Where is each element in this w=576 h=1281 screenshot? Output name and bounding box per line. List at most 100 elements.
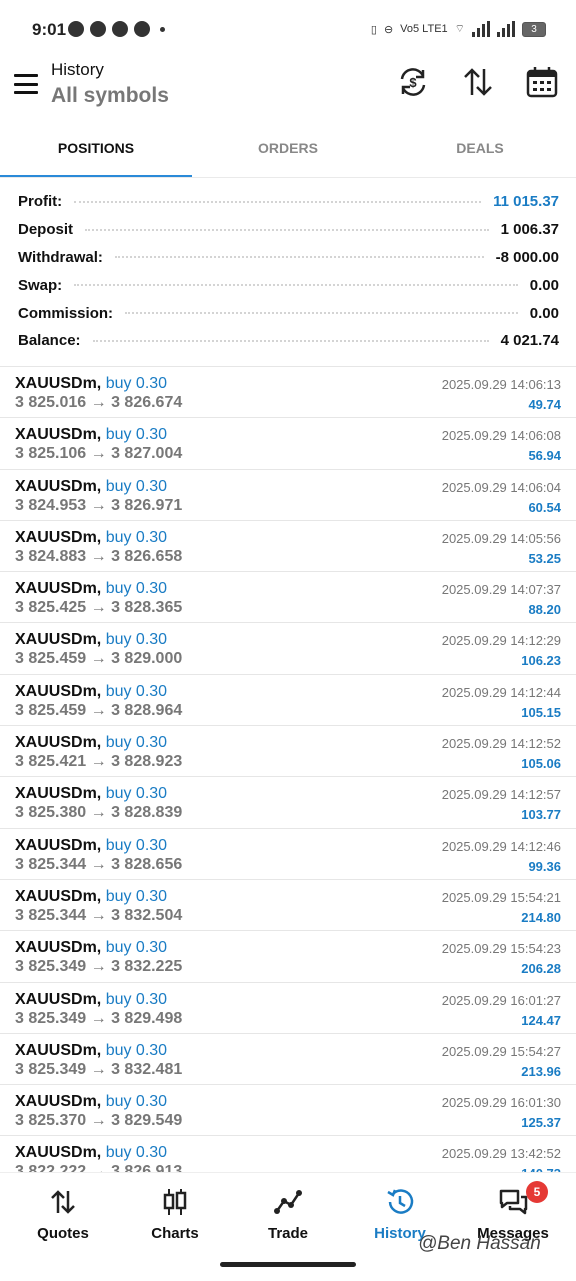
summary-label: Balance: — [18, 332, 81, 350]
position-row[interactable]: XAUUSDm, buy 0.30 3 824.883 → 3 826.658 20… — [0, 521, 576, 573]
summary-label: Deposit — [18, 221, 74, 239]
position-time: 2025.09.29 14:05:56 — [441, 530, 561, 546]
position-prices: 3 825.344 → 3 828.656 — [15, 855, 183, 873]
nav-charts[interactable]: Charts — [120, 1187, 230, 1242]
position-row[interactable]: XAUUSDm, buy 0.30 3 825.421 → 3 828.923 20… — [0, 726, 576, 778]
tab-deals[interactable]: DEALS — [384, 128, 576, 178]
calendar-icon[interactable] — [525, 65, 559, 99]
messages-icon — [499, 1189, 528, 1215]
signal-1-icon — [472, 21, 490, 37]
notification-icons — [68, 21, 165, 37]
status-time: 9:01 — [32, 20, 67, 39]
nav-label: Quotes — [37, 1225, 89, 1242]
position-row[interactable]: XAUUSDm, buy 0.30 3 825.459 → 3 828.964 20… — [0, 675, 576, 727]
position-prices: 3 825.370 → 3 829.549 — [15, 1112, 183, 1130]
battery-icon: 3 — [522, 21, 546, 37]
position-symbol: XAUUSDm, buy 0.30 — [15, 580, 167, 598]
position-profit: 213.96 — [521, 1063, 561, 1079]
candlestick-icon — [163, 1189, 187, 1215]
position-row[interactable]: XAUUSDm, buy 0.30 3 822.222 → 3 826.913 20… — [0, 1136, 576, 1173]
summary-value: 0.00 — [529, 276, 559, 294]
account-summary: Profit: 11 015.37 Deposit 1 006.37 Withd… — [18, 188, 559, 355]
position-row[interactable]: XAUUSDm, buy 0.30 3 824.953 → 3 826.971 20… — [0, 470, 576, 521]
position-symbol: XAUUSDm, buy 0.30 — [15, 1042, 167, 1060]
quotes-icon — [51, 1190, 75, 1214]
symbol-name: XAUUSDm, — [15, 477, 102, 495]
symbol-name: XAUUSDm, — [15, 682, 102, 700]
position-profit: 106.23 — [521, 653, 561, 669]
symbol-name: XAUUSDm, — [15, 836, 102, 854]
sort-icon[interactable] — [461, 65, 495, 99]
position-symbol: XAUUSDm, buy 0.30 — [15, 1093, 167, 1111]
position-side: buy 0.30 — [105, 477, 168, 495]
position-profit: 105.15 — [521, 704, 561, 720]
position-prices: 3 825.344 → 3 832.504 — [15, 906, 183, 924]
symbol-name: XAUUSDm, — [15, 1144, 102, 1162]
network-label: Vo5 LTE1 — [400, 23, 448, 35]
position-side: buy 0.30 — [105, 1144, 168, 1162]
position-row[interactable]: XAUUSDm, buy 0.30 3 825.370 → 3 829.549 20… — [0, 1085, 576, 1137]
position-row[interactable]: XAUUSDm, buy 0.30 3 825.459 → 3 829.000 20… — [0, 623, 576, 675]
position-profit: 99.36 — [528, 858, 561, 874]
tab-orders[interactable]: ORDERS — [192, 128, 384, 178]
currency-exchange-icon[interactable]: $ — [396, 65, 430, 99]
position-symbol: XAUUSDm, buy 0.30 — [15, 734, 167, 752]
nav-label: Trade — [267, 1225, 309, 1242]
position-row[interactable]: XAUUSDm, buy 0.30 3 825.349 → 3 832.225 20… — [0, 931, 576, 983]
position-prices: 3 825.421 → 3 828.923 — [15, 753, 183, 771]
dnd-icon: ⊖ — [383, 23, 394, 36]
position-row[interactable]: XAUUSDm, buy 0.30 3 825.344 → 3 832.504 20… — [0, 880, 576, 932]
summary-value: 11 015.37 — [493, 193, 559, 211]
position-side: buy 0.30 — [105, 785, 168, 803]
summary-withdrawal: Withdrawal: -8 000.00 — [18, 244, 559, 272]
position-row[interactable]: XAUUSDm, buy 0.30 3 825.016 → 3 826.674 20… — [0, 367, 576, 419]
wifi-icon: ⌔ — [454, 23, 465, 35]
position-prices: 3 825.016 → 3 826.674 — [15, 394, 183, 411]
nav-quotes[interactable]: Quotes — [8, 1187, 118, 1242]
position-profit: 206.28 — [521, 961, 561, 977]
position-row[interactable]: XAUUSDm, buy 0.30 3 825.349 → 3 832.481 20… — [0, 1034, 576, 1086]
symbol-name: XAUUSDm, — [15, 1093, 102, 1111]
position-row[interactable]: XAUUSDm, buy 0.30 3 825.425 → 3 828.365 20… — [0, 572, 576, 624]
summary-balance: Balance: 4 021.74 — [18, 327, 559, 355]
dotted-leader — [125, 312, 518, 315]
trade-line-icon — [274, 1190, 302, 1214]
position-time: 2025.09.29 13:42:52 — [441, 1146, 561, 1162]
position-row[interactable]: XAUUSDm, buy 0.30 3 825.344 → 3 828.656 20… — [0, 829, 576, 880]
position-row[interactable]: XAUUSDm, buy 0.30 3 825.380 → 3 828.839 20… — [0, 777, 576, 829]
unread-badge: 5 — [526, 1181, 548, 1203]
nav-trade[interactable]: Trade — [233, 1187, 343, 1242]
position-side: buy 0.30 — [105, 990, 168, 1008]
position-symbol: XAUUSDm, buy 0.30 — [15, 375, 167, 393]
summary-label: Commission: — [18, 304, 114, 322]
position-symbol: XAUUSDm, buy 0.30 — [15, 837, 167, 855]
position-row[interactable]: XAUUSDm, buy 0.30 3 825.106 → 3 827.004 20… — [0, 418, 576, 470]
whatsapp-icon — [112, 21, 128, 37]
signal-2-icon — [497, 21, 515, 37]
position-prices: 3 825.349 → 3 829.498 — [15, 1009, 183, 1027]
position-symbol: XAUUSDm, buy 0.30 — [15, 426, 167, 444]
summary-value: -8 000.00 — [495, 248, 559, 266]
position-profit: 103.77 — [521, 807, 561, 823]
position-profit: 56.94 — [528, 448, 561, 464]
position-row[interactable]: XAUUSDm, buy 0.30 3 825.349 → 3 829.498 20… — [0, 983, 576, 1034]
symbol-name: XAUUSDm, — [15, 785, 102, 803]
symbol-filter[interactable]: All symbols — [51, 84, 169, 108]
position-side: buy 0.30 — [105, 1041, 168, 1059]
position-symbol: XAUUSDm, buy 0.30 — [15, 683, 167, 701]
position-time: 2025.09.29 14:12:52 — [441, 736, 561, 752]
position-prices: 3 824.883 → 3 826.658 — [15, 547, 183, 565]
position-time: 2025.09.29 14:12:44 — [441, 684, 561, 700]
home-indicator[interactable] — [220, 1262, 356, 1267]
tab-positions[interactable]: POSITIONS — [0, 128, 192, 178]
positions-list[interactable]: XAUUSDm, buy 0.30 3 825.016 → 3 826.674 20… — [0, 366, 576, 1173]
position-side: buy 0.30 — [105, 1093, 168, 1111]
summary-value: 0.00 — [529, 304, 559, 322]
menu-icon[interactable] — [14, 74, 38, 94]
position-time: 2025.09.29 14:12:57 — [441, 787, 561, 803]
nav-label: Charts — [151, 1225, 199, 1242]
summary-label: Withdrawal: — [18, 248, 103, 266]
position-profit: 49.74 — [528, 397, 561, 412]
symbol-name: XAUUSDm, — [15, 939, 102, 957]
position-side: buy 0.30 — [105, 580, 168, 598]
